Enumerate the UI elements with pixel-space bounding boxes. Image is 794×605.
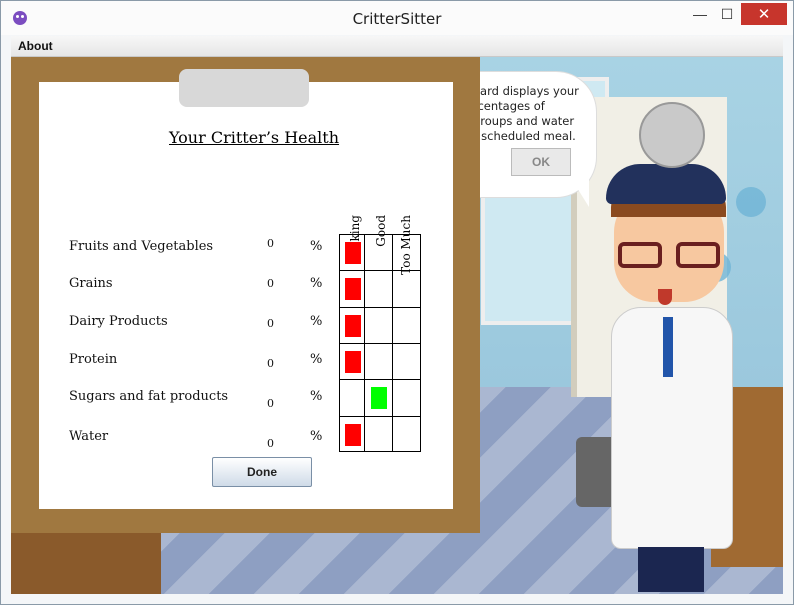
menu-about[interactable]: About xyxy=(18,39,53,53)
doctor-character xyxy=(596,102,756,592)
grid-cell xyxy=(365,235,393,272)
background-cabinet xyxy=(11,527,161,594)
status-indicator xyxy=(345,314,361,337)
row-percent-sign: % xyxy=(310,352,323,367)
clinic-scene: oard displays your rcentages of groups a… xyxy=(11,57,783,594)
row-percent-sign: % xyxy=(310,314,323,329)
row-value: 0 xyxy=(267,277,274,290)
row-value: 0 xyxy=(267,357,274,370)
row-value: 0 xyxy=(267,397,274,410)
grid-cell xyxy=(365,271,393,308)
done-button[interactable]: Done xyxy=(212,457,312,487)
doctor-mouth xyxy=(658,289,672,305)
app-window: CritterSitter — ☐ ✕ About oard displays … xyxy=(0,0,794,605)
doctor-headband xyxy=(606,164,726,204)
grid-cell xyxy=(365,416,393,451)
status-indicator xyxy=(371,387,387,410)
status-indicator xyxy=(345,423,361,446)
row-percent-sign: % xyxy=(310,276,323,291)
row-label-water: Water xyxy=(69,429,109,444)
grid-cell xyxy=(393,308,420,344)
status-indicator xyxy=(345,351,361,373)
doctor-legs xyxy=(638,547,704,592)
bubble-line: t scheduled meal. xyxy=(473,129,576,143)
grid-cell xyxy=(365,344,393,381)
row-label-fruits-vegetables: Fruits and Vegetables xyxy=(69,239,214,254)
bubble-line: oard displays your xyxy=(473,84,579,98)
status-indicator xyxy=(345,278,361,301)
row-label-grains: Grains xyxy=(69,276,113,291)
title-bar: CritterSitter — ☐ ✕ xyxy=(1,1,793,35)
row-percent-sign: % xyxy=(310,429,323,444)
row-label-protein: Protein xyxy=(69,352,118,367)
bubble-line: rcentages of xyxy=(473,99,545,113)
speech-bubble-text: oard displays your rcentages of groups a… xyxy=(473,84,593,144)
maximize-button[interactable]: ☐ xyxy=(713,3,741,25)
ok-button[interactable]: OK xyxy=(511,148,571,176)
row-percent-sign: % xyxy=(310,389,323,404)
close-button[interactable]: ✕ xyxy=(741,3,787,25)
grid-cell xyxy=(340,380,365,417)
grid-cell xyxy=(393,271,420,308)
row-label-dairy: Dairy Products xyxy=(69,314,168,329)
row-percent-sign: % xyxy=(310,239,323,254)
menu-bar: About xyxy=(11,36,783,57)
grid-cell xyxy=(393,235,420,272)
glasses-icon xyxy=(618,242,723,270)
doctor-tie xyxy=(663,317,673,377)
health-status-grid xyxy=(339,234,421,452)
minimize-button[interactable]: — xyxy=(685,3,715,25)
head-mirror-icon xyxy=(639,102,705,168)
bubble-line: groups and water xyxy=(473,114,575,128)
health-report-paper: Your Critter’s Health Lacking Good Too M… xyxy=(39,82,453,509)
grid-cell xyxy=(365,307,393,344)
row-value: 0 xyxy=(267,237,274,250)
page-title: Your Critter’s Health xyxy=(169,128,340,147)
clipboard-clip xyxy=(179,69,309,107)
row-value: 0 xyxy=(267,437,274,450)
row-value: 0 xyxy=(267,317,274,330)
grid-cell xyxy=(393,344,420,381)
window-title: CritterSitter xyxy=(352,10,442,28)
status-indicator xyxy=(345,242,361,264)
grid-cell xyxy=(393,417,420,451)
row-label-sugars-fats: Sugars and fat products xyxy=(69,389,229,404)
grid-cell xyxy=(393,380,420,417)
clipboard: Your Critter’s Health Lacking Good Too M… xyxy=(11,57,480,533)
